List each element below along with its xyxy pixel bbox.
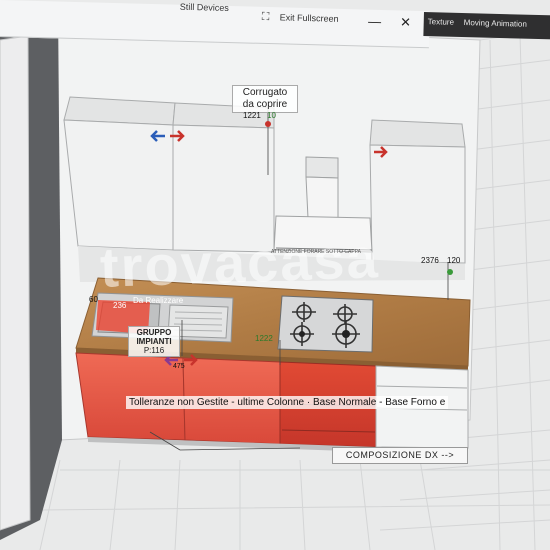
wall-cabinet-right[interactable] bbox=[369, 119, 466, 264]
da-realizzare-note[interactable]: Da Realizzare bbox=[130, 295, 186, 306]
moving-animation-toggle[interactable]: Moving Animation bbox=[464, 18, 527, 29]
dim-label: 120 bbox=[447, 256, 461, 265]
kitchen-3d-viewport[interactable]: trovacasa Still Devices ⛶ Exit Fullscree… bbox=[0, 0, 550, 550]
dim-label: 10 bbox=[267, 111, 276, 120]
dim-label: 2376 bbox=[421, 256, 439, 265]
close-icon[interactable]: ✕ bbox=[397, 14, 413, 30]
exit-fullscreen-icon[interactable]: ⛶ bbox=[261, 11, 269, 24]
composizione-dx-button[interactable]: COMPOSIZIONE DX --> bbox=[332, 447, 468, 464]
watermark: trovacasa bbox=[98, 226, 381, 299]
minimize-icon[interactable]: — bbox=[366, 14, 382, 30]
gruppo-code: P:116 bbox=[143, 346, 165, 355]
texture-toggle[interactable]: Texture bbox=[428, 17, 454, 27]
devices-button[interactable]: Still Devices bbox=[180, 2, 229, 13]
gruppo-impianti-note[interactable]: GRUPPO IMPIANTI P:116 bbox=[128, 326, 180, 357]
gruppo-line1: GRUPPO bbox=[136, 328, 172, 337]
dim-label: 60 bbox=[89, 295, 98, 304]
dim-label: 236 bbox=[113, 301, 127, 310]
dim-label: 1221 bbox=[243, 111, 261, 120]
corrugato-line1: Corrugato bbox=[242, 87, 288, 98]
exit-fullscreen-button[interactable]: Exit Fullscreen bbox=[280, 12, 339, 24]
dim-label: 1222 bbox=[255, 334, 273, 343]
tolerance-warning: Tolleranze non Gestite - ultime Colonne … bbox=[126, 396, 449, 409]
gas-cooktop[interactable] bbox=[277, 295, 374, 353]
wall-cabinet-left[interactable] bbox=[63, 96, 176, 251]
marker-dot bbox=[265, 121, 271, 127]
corrugato-note[interactable]: Corrugato da coprire bbox=[232, 85, 298, 113]
marker-dot bbox=[447, 269, 453, 275]
left-wall-edge bbox=[0, 35, 31, 531]
dim-label: 475 bbox=[173, 363, 185, 370]
hood-note: ATTENZIONE FORARE SOTTO CAPPA bbox=[271, 249, 362, 255]
viewer-options-bar: Texture Moving Animation bbox=[423, 12, 550, 40]
gruppo-line2: IMPIANTI bbox=[136, 337, 172, 346]
